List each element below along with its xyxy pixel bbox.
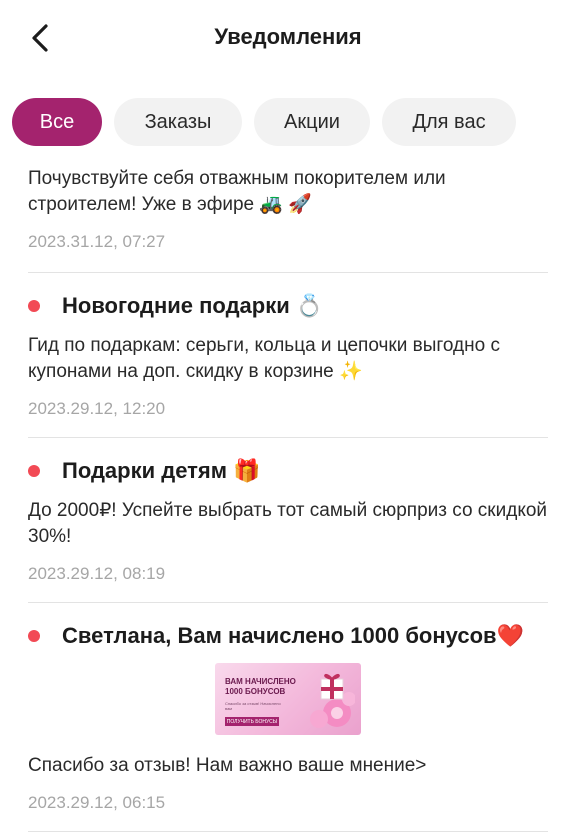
filter-tabs: Все Заказы Акции Для вас [12,98,516,148]
notification-title: Подарки детям 🎁 [62,458,261,483]
unread-dot [28,630,40,642]
notification-date: 2023.29.12, 06:15 [28,793,166,812]
bonus-banner-image[interactable]: ВАМ НАЧИСЛЕНО 1000 БОНУСОВ Спасибо за от… [215,663,361,735]
header-bar: Уведомления [0,0,576,80]
notification-list: Почувствуйте себя отважным покорителем и… [28,166,548,832]
unread-dot [28,300,40,312]
gift-flowers-icon [310,673,355,728]
notification-item[interactable]: Почувствуйте себя отважным покорителем и… [28,166,548,273]
banner-button: ПОЛУЧИТЬ БОНУСЫ [225,717,279,726]
notification-item[interactable]: Новогодние подарки 💍 Гид по подаркам: се… [28,291,548,438]
page-title: Уведомления [214,24,362,49]
notification-body: Гид по подаркам: серьги, кольца и цепочк… [28,335,500,382]
notification-body: До 2000₽! Успейте выбрать тот самый сюрп… [28,500,548,547]
notification-body: Спасибо за отзыв! Нам важно ваше мнение> [28,755,427,776]
notification-title: Новогодние подарки 💍 [62,293,324,318]
notification-date: 2023.31.12, 07:27 [28,232,166,251]
tab-promotions[interactable]: Акции [254,98,370,146]
notification-item[interactable]: Светлана, Вам начислено 1000 бонусов❤️ В… [28,621,548,832]
notification-date: 2023.29.12, 08:19 [28,564,166,583]
tab-for-you[interactable]: Для вас [382,98,516,146]
notification-body: Почувствуйте себя отважным покорителем и… [28,168,446,215]
notification-title: Светлана, Вам начислено 1000 бонусов❤️ [62,623,524,648]
tab-orders[interactable]: Заказы [114,98,242,146]
notification-item[interactable]: Подарки детям 🎁 До 2000₽! Успейте выбрат… [28,456,548,603]
banner-subtext: Спасибо за отзыв! Начислено вам [225,701,281,711]
tab-all[interactable]: Все [12,98,102,146]
notification-date: 2023.29.12, 12:20 [28,399,166,418]
unread-dot [28,465,40,477]
banner-headline: ВАМ НАЧИСЛЕНО 1000 БОНУСОВ [225,677,296,696]
